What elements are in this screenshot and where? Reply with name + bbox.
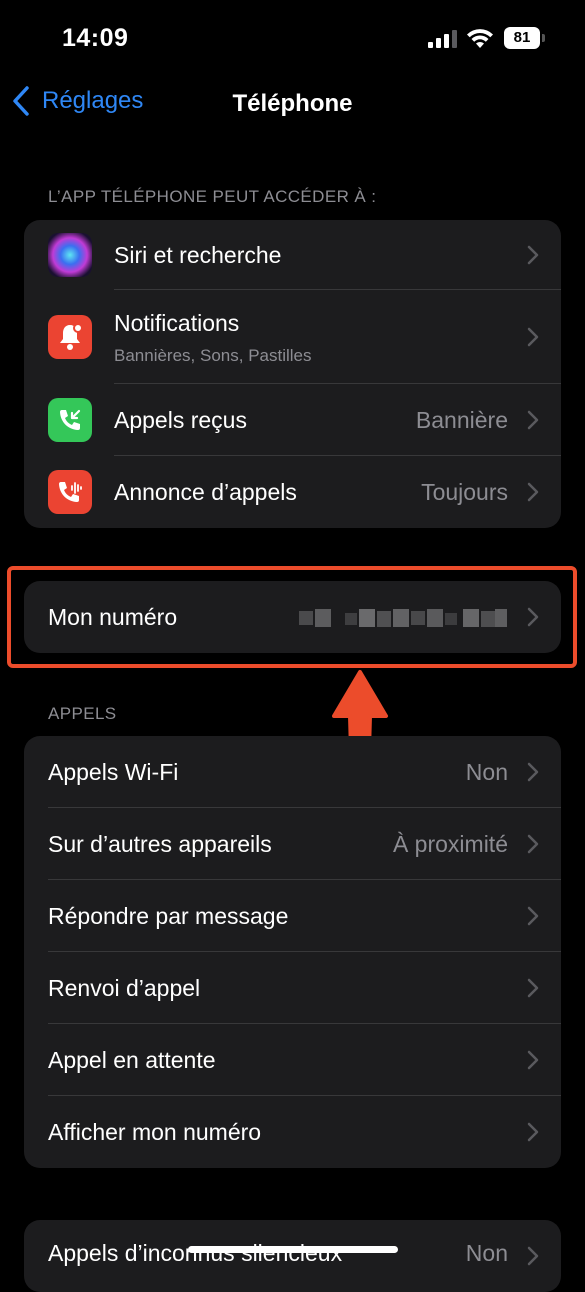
chevron-right-icon (527, 978, 539, 998)
chevron-right-icon (527, 245, 539, 265)
row-show-my-number[interactable]: Afficher mon numéro (24, 1096, 561, 1168)
section-header-access: L’APP TÉLÉPHONE PEUT ACCÉDER À : (48, 187, 377, 206)
chevron-right-icon (527, 906, 539, 926)
row-call-forwarding[interactable]: Renvoi d’appel (24, 952, 561, 1024)
row-wifi-calls[interactable]: Appels Wi-Fi Non (24, 736, 561, 808)
row-value: Toujours (421, 478, 508, 505)
chevron-right-icon (527, 327, 539, 347)
chevron-right-icon (527, 410, 539, 430)
bell-icon (48, 315, 92, 359)
battery-level: 81 (504, 27, 540, 49)
wifi-icon (467, 29, 493, 48)
battery-icon: 81 (504, 27, 546, 49)
chevron-right-icon (527, 762, 539, 782)
chevron-right-icon (527, 834, 539, 854)
row-label: Sur d’autres appareils (48, 830, 272, 857)
access-group: Siri et recherche Notifications Bannière… (24, 220, 561, 528)
row-label: Appel en attente (48, 1046, 216, 1073)
row-label: Notifications (114, 310, 240, 336)
status-time: 14:09 (62, 24, 129, 52)
row-silence-unknown[interactable]: Appels d’inconnus silencieux Non (24, 1220, 561, 1292)
row-notifications[interactable]: Notifications Bannières, Sons, Pastilles (24, 290, 561, 384)
highlight-box (7, 566, 577, 668)
announce-call-icon (48, 470, 92, 514)
siri-icon (48, 233, 92, 277)
section-header-calls: APPELS (48, 704, 117, 723)
cellular-signal-icon (428, 30, 457, 48)
row-announce-calls[interactable]: Annonce d’appels Toujours (24, 456, 561, 528)
row-label: Siri et recherche (114, 241, 282, 268)
row-value: Bannière (415, 406, 508, 433)
chevron-right-icon (527, 1122, 539, 1142)
incoming-call-icon (48, 398, 92, 442)
row-reply-with-message[interactable]: Répondre par message (24, 880, 561, 952)
row-value: Non (465, 758, 508, 785)
row-label: Répondre par message (48, 902, 289, 929)
calls-group: Appels Wi-Fi Non Sur d’autres appareils … (24, 736, 561, 1168)
row-label: Annonce d’appels (114, 478, 297, 505)
row-label: Appels d’inconnus silencieux (48, 1240, 343, 1266)
row-incoming-calls[interactable]: Appels reçus Bannière (24, 384, 561, 456)
navigation-bar: Réglages Téléphone (0, 80, 585, 130)
chevron-right-icon (527, 482, 539, 502)
row-call-waiting[interactable]: Appel en attente (24, 1024, 561, 1096)
status-bar: 14:09 81 (0, 0, 585, 70)
chevron-right-icon (527, 1050, 539, 1070)
row-value: Non (465, 1240, 508, 1266)
row-label: Appels Wi-Fi (48, 758, 179, 785)
row-subtitle: Bannières, Sons, Pastilles (114, 346, 312, 365)
row-value: À proximité (392, 830, 508, 857)
row-label: Appels reçus (114, 406, 247, 433)
home-indicator[interactable] (188, 1246, 398, 1253)
row-other-devices[interactable]: Sur d’autres appareils À proximité (24, 808, 561, 880)
row-label: Afficher mon numéro (48, 1118, 262, 1145)
chevron-right-icon (527, 1246, 539, 1266)
page-title: Téléphone (232, 90, 353, 117)
row-label: Renvoi d’appel (48, 974, 201, 1001)
row-siri[interactable]: Siri et recherche (24, 220, 561, 290)
silence-group: Appels d’inconnus silencieux Non (24, 1220, 561, 1292)
